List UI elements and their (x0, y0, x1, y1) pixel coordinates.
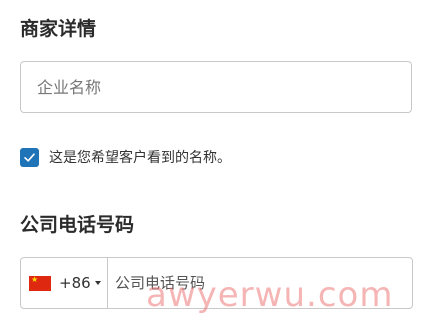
company-name-input[interactable] (37, 62, 397, 112)
company-name-field[interactable] (20, 61, 412, 113)
merchant-details-title: 商家详情 (20, 18, 97, 40)
china-flag-icon: ★ (29, 274, 51, 291)
display-name-checkbox-label: 这是您希望客户看到的名称。 (49, 150, 231, 166)
display-name-checkbox-row[interactable]: 这是您希望客户看到的名称。 (20, 146, 231, 168)
country-dial-code: +86 (59, 274, 91, 292)
company-phone-title: 公司电话号码 (20, 214, 135, 236)
country-code-select[interactable]: ★ +86 (21, 258, 108, 308)
display-name-checkbox[interactable] (20, 147, 39, 167)
caret-down-icon (94, 281, 101, 285)
company-phone-field[interactable]: ★ +86 (20, 257, 413, 309)
company-phone-input[interactable] (115, 258, 400, 308)
checkmark-icon (24, 152, 35, 162)
flag-star-icon: ★ (31, 274, 39, 284)
